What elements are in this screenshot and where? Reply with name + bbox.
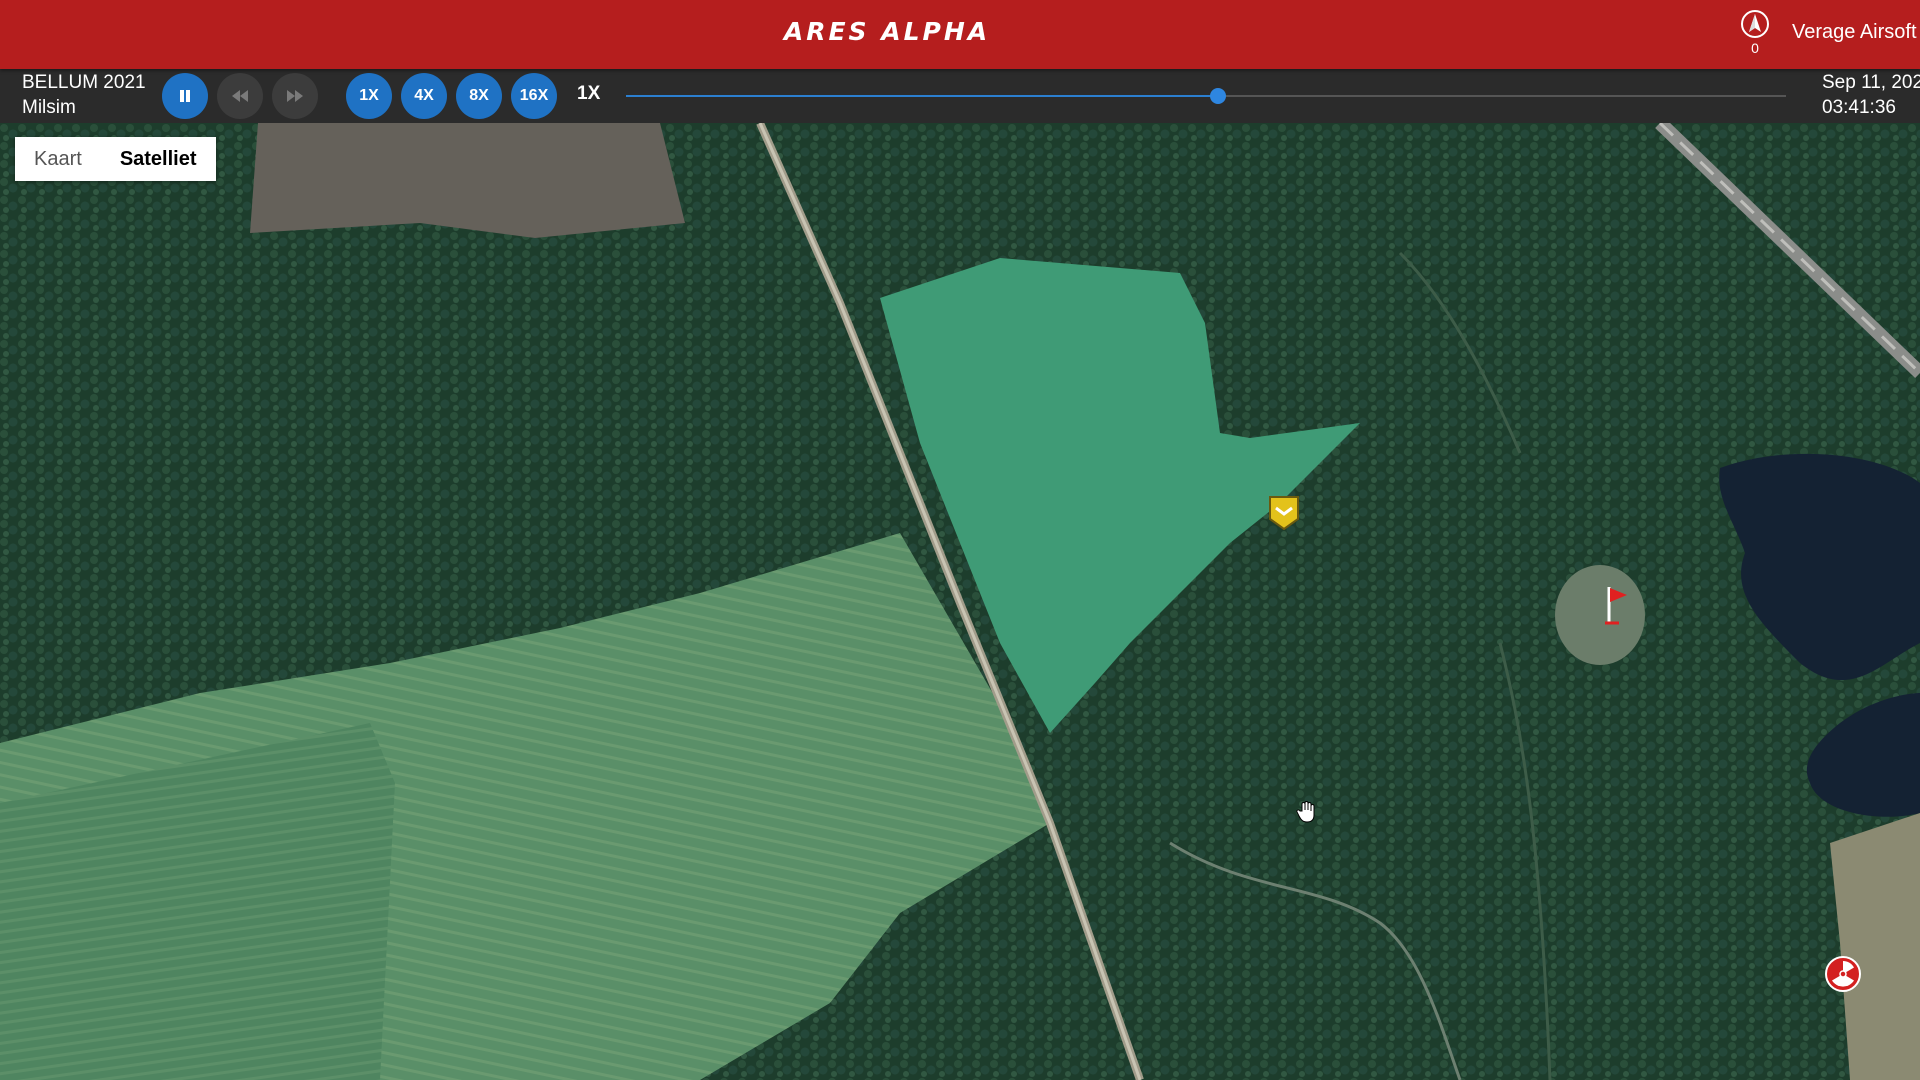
event-name: BELLUM 2021	[22, 72, 146, 93]
rewind-button[interactable]	[217, 73, 263, 119]
map-type-control: Kaart Satelliet	[15, 137, 216, 181]
hand-cursor-icon	[1296, 801, 1316, 828]
compass-icon	[1741, 10, 1769, 38]
map-type-kaart-button[interactable]: Kaart	[15, 137, 101, 181]
playback-time: 03:41:36	[1822, 97, 1896, 118]
current-speed-label: 1X	[577, 83, 601, 104]
organization-name[interactable]: Verage Airsoft	[1792, 21, 1917, 44]
timeline-slider[interactable]	[626, 88, 1786, 104]
flag-icon[interactable]	[1605, 585, 1629, 630]
rewind-icon	[232, 90, 248, 102]
event-type: Milsim	[22, 97, 76, 118]
user-badge-count: 0	[1751, 40, 1759, 56]
pause-button[interactable]	[162, 73, 208, 119]
unit-chevron-icon[interactable]	[1268, 495, 1300, 536]
speed-16x-button[interactable]: 16X	[511, 73, 557, 119]
map-type-satelliet-button[interactable]: Satelliet	[101, 137, 216, 181]
pause-icon	[180, 90, 190, 102]
radiation-icon[interactable]	[1824, 955, 1862, 998]
fast-forward-icon	[287, 90, 303, 102]
timeline-progress	[626, 95, 1218, 97]
app-title: ARES ALPHA	[783, 17, 991, 46]
speed-8x-button[interactable]: 8X	[456, 73, 502, 119]
speed-1x-button[interactable]: 1X	[346, 73, 392, 119]
playback-date: Sep 11, 2021	[1822, 72, 1920, 93]
app-header: ARES ALPHA 0 Verage Airsoft	[0, 0, 1920, 69]
user-status-badge[interactable]: 0	[1738, 9, 1772, 57]
fast-forward-button[interactable]	[272, 73, 318, 119]
timeline-handle[interactable]	[1209, 88, 1226, 104]
satellite-map[interactable]: Kaart Satelliet	[0, 123, 1920, 1080]
speed-4x-button[interactable]: 4X	[401, 73, 447, 119]
playback-bar: BELLUM 2021 Milsim 1X 4X 8X 16X 1X Sep 1…	[0, 69, 1920, 123]
map-imagery	[0, 123, 1920, 1080]
